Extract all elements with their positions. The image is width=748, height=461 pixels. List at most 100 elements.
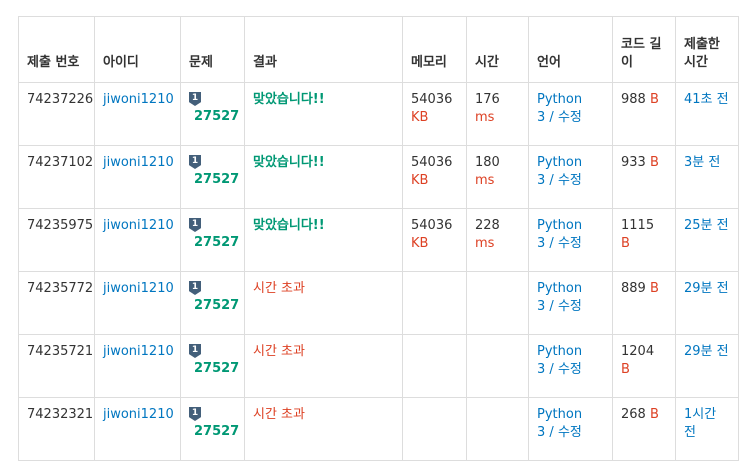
problem-cell: 1 27527 xyxy=(180,334,245,398)
time-unit: ms xyxy=(475,173,495,188)
table-row: 74235975 jiwoni1210 1 27527 맞았습니다!! 5403… xyxy=(18,208,739,272)
submitted-time-link[interactable]: 29분 전 xyxy=(684,344,729,359)
problem-number-link[interactable]: 27527 xyxy=(194,108,239,126)
submitted-time-link[interactable]: 41초 전 xyxy=(684,92,729,107)
user-id-link[interactable]: jiwoni1210 xyxy=(103,344,174,359)
submission-id-cell: 74235772 xyxy=(18,271,95,335)
code-length-cell: 933 B xyxy=(612,145,676,209)
language-link[interactable]: Python xyxy=(537,155,582,170)
submitted-time-cell: 3분 전 xyxy=(675,145,739,209)
memory-cell: 54036 KB xyxy=(402,145,467,209)
tier-badge-icon: 1 xyxy=(189,407,201,421)
time-cell xyxy=(466,334,529,398)
edit-link[interactable]: 수정 xyxy=(558,110,582,125)
submitted-time-link[interactable]: 1시간 전 xyxy=(684,407,716,440)
header-problem: 문제 xyxy=(180,16,245,83)
code-length-value: 988 xyxy=(621,92,646,107)
language-cell: Python 3 / 수정 xyxy=(528,271,613,335)
problem-number-link[interactable]: 27527 xyxy=(194,360,239,378)
submitted-time-cell: 29분 전 xyxy=(675,271,739,335)
user-id-cell: jiwoni1210 xyxy=(94,334,181,398)
user-id-cell: jiwoni1210 xyxy=(94,208,181,272)
code-length-unit: B xyxy=(621,236,630,251)
language-link[interactable]: Python xyxy=(537,344,582,359)
result-text: 맞았습니다!! xyxy=(253,155,325,170)
tier-badge-icon: 1 xyxy=(189,344,201,358)
time-cell: 180 ms xyxy=(466,145,529,209)
language-separator: / xyxy=(545,425,558,440)
language-separator: / xyxy=(545,110,558,125)
problem-number-link[interactable]: 27527 xyxy=(194,171,239,189)
submission-id: 74235772 xyxy=(27,281,94,296)
edit-link[interactable]: 수정 xyxy=(558,299,582,314)
time-value: 176 xyxy=(475,92,500,107)
result-cell: 시간 초과 xyxy=(244,334,403,398)
result-cell: 맞았습니다!! xyxy=(244,145,403,209)
submitted-time-link[interactable]: 29분 전 xyxy=(684,281,729,296)
language-link[interactable]: Python xyxy=(537,218,582,233)
tier-badge-icon: 1 xyxy=(189,155,201,169)
code-length-value: 933 xyxy=(621,155,646,170)
user-id-cell: jiwoni1210 xyxy=(94,145,181,209)
user-id-link[interactable]: jiwoni1210 xyxy=(103,155,174,170)
code-length-unit: B xyxy=(649,281,659,296)
problem-number-link[interactable]: 27527 xyxy=(194,297,239,315)
memory-cell xyxy=(402,334,467,398)
result-cell: 맞았습니다!! xyxy=(244,208,403,272)
memory-value: 54036 xyxy=(411,218,453,233)
edit-link[interactable]: 수정 xyxy=(558,425,582,440)
submission-id-cell: 74235721 xyxy=(18,334,95,398)
submission-id: 74237226 xyxy=(27,92,94,107)
submitted-time-cell: 29분 전 xyxy=(675,334,739,398)
code-length-unit: B xyxy=(649,155,659,170)
tier-badge-icon: 1 xyxy=(189,92,201,106)
submitted-time-link[interactable]: 25분 전 xyxy=(684,218,729,233)
table-row: 74232321 jiwoni1210 1 27527 시간 초과 Python… xyxy=(18,397,739,461)
code-length-value: 1115 xyxy=(621,218,655,233)
time-unit: ms xyxy=(475,236,495,251)
result-cell: 시간 초과 xyxy=(244,271,403,335)
code-length-value: 268 xyxy=(621,407,646,422)
status-table-container: 제출 번호 아이디 문제 결과 메모리 시간 언어 코드 길이 제출한 시간 7… xyxy=(18,16,739,461)
time-cell xyxy=(466,271,529,335)
submitted-time-link[interactable]: 3분 전 xyxy=(684,155,720,170)
header-result: 결과 xyxy=(244,16,403,83)
language-link[interactable]: Python xyxy=(537,281,582,296)
code-length-unit: B xyxy=(649,92,659,107)
submission-id: 74235721 xyxy=(27,344,94,359)
code-length-cell: 268 B xyxy=(612,397,676,461)
language-link[interactable]: Python xyxy=(537,92,582,107)
result-cell: 맞았습니다!! xyxy=(244,82,403,146)
problem-number-link[interactable]: 27527 xyxy=(194,234,239,252)
edit-link[interactable]: 수정 xyxy=(558,362,582,377)
problem-cell: 1 27527 xyxy=(180,208,245,272)
user-id-link[interactable]: jiwoni1210 xyxy=(103,407,174,422)
submission-id-cell: 74232321 xyxy=(18,397,95,461)
memory-value: 54036 xyxy=(411,92,453,107)
code-length-cell: 889 B xyxy=(612,271,676,335)
submission-id: 74235975 xyxy=(27,218,94,233)
memory-cell: 54036 KB xyxy=(402,82,467,146)
code-length-unit: B xyxy=(621,362,630,377)
table-row: 74235772 jiwoni1210 1 27527 시간 초과 Python… xyxy=(18,271,739,335)
edit-link[interactable]: 수정 xyxy=(558,236,582,251)
edit-link[interactable]: 수정 xyxy=(558,173,582,188)
language-version[interactable]: 3 xyxy=(537,425,545,440)
language-cell: Python 3 / 수정 xyxy=(528,208,613,272)
tier-badge-icon: 1 xyxy=(189,281,201,295)
submission-id: 74232321 xyxy=(27,407,94,422)
result-text: 시간 초과 xyxy=(253,344,305,359)
table-row: 74235721 jiwoni1210 1 27527 시간 초과 Python… xyxy=(18,334,739,398)
user-id-link[interactable]: jiwoni1210 xyxy=(103,281,174,296)
language-link[interactable]: Python xyxy=(537,407,582,422)
memory-unit: KB xyxy=(411,173,429,188)
submission-id-cell: 74237226 xyxy=(18,82,95,146)
problem-number-link[interactable]: 27527 xyxy=(194,423,239,441)
header-user-id: 아이디 xyxy=(94,16,181,83)
submission-id: 74237102 xyxy=(27,155,94,170)
user-id-link[interactable]: jiwoni1210 xyxy=(103,218,174,233)
user-id-link[interactable]: jiwoni1210 xyxy=(103,92,174,107)
language-separator: / xyxy=(545,173,558,188)
problem-cell: 1 27527 xyxy=(180,145,245,209)
problem-cell: 1 27527 xyxy=(180,271,245,335)
